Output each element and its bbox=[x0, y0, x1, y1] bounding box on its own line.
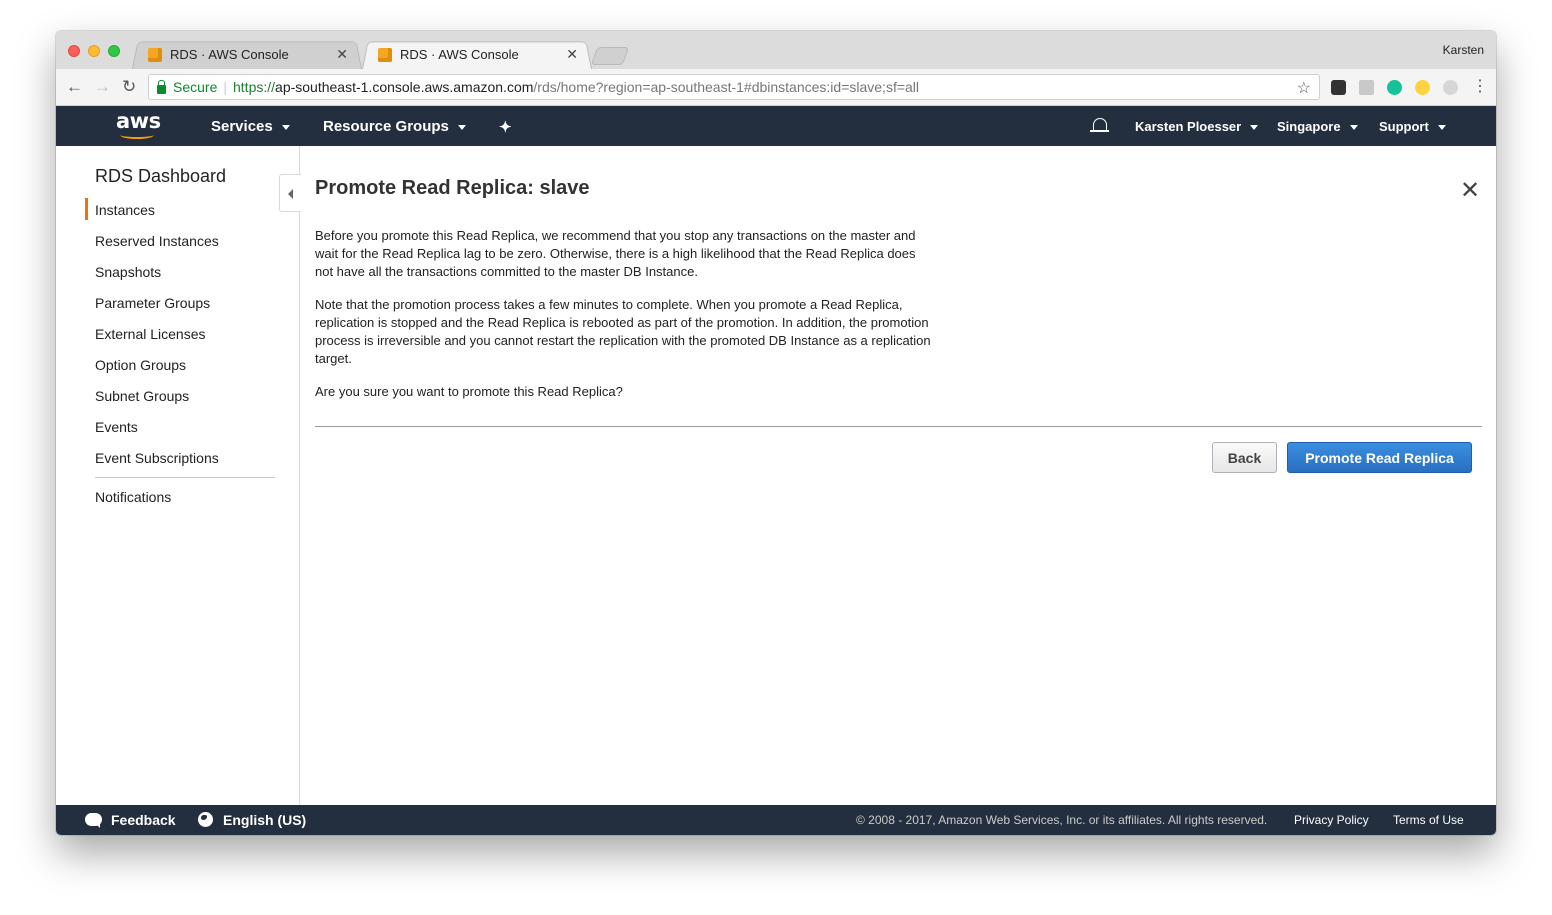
account-label: Karsten Ploesser bbox=[1135, 119, 1242, 134]
sidebar-title[interactable]: RDS Dashboard bbox=[95, 166, 226, 187]
bell-icon[interactable] bbox=[1090, 118, 1109, 132]
services-label: Services bbox=[211, 118, 273, 135]
close-icon[interactable]: ✕ bbox=[1460, 177, 1480, 205]
promote-read-replica-button[interactable]: Promote Read Replica bbox=[1287, 442, 1472, 473]
support-menu[interactable]: Support bbox=[1379, 119, 1446, 134]
chevron-down-icon bbox=[1437, 125, 1446, 131]
night-mode-extension-icon[interactable] bbox=[1415, 80, 1430, 95]
profile-name[interactable]: Karsten bbox=[1443, 43, 1484, 57]
url-host: ap-southeast-1.console.aws.amazon.com bbox=[275, 79, 534, 95]
aws-smile-icon bbox=[120, 131, 154, 139]
sidebar-item-parameter-groups[interactable]: Parameter Groups bbox=[95, 295, 210, 311]
browser-window: RDS · AWS Console ✕ RDS · AWS Console ✕ … bbox=[56, 31, 1496, 835]
sidebar-item-external-licenses[interactable]: External Licenses bbox=[95, 326, 206, 342]
copyright-text: © 2008 - 2017, Amazon Web Services, Inc.… bbox=[856, 813, 1268, 827]
sidebar-item-event-subscriptions[interactable]: Event Subscriptions bbox=[95, 450, 219, 466]
region-menu[interactable]: Singapore bbox=[1277, 119, 1358, 134]
region-label: Singapore bbox=[1277, 119, 1341, 134]
collapse-sidebar-button[interactable] bbox=[279, 174, 301, 212]
chevron-down-icon bbox=[1250, 125, 1259, 131]
url-scheme: https:// bbox=[233, 79, 276, 95]
sidebar: RDS Dashboard Instances Reserved Instanc… bbox=[56, 146, 301, 805]
recommendation-text: Before you promote this Read Replica, we… bbox=[315, 228, 916, 279]
chrome-menu-icon[interactable]: ⋮ bbox=[1472, 76, 1488, 96]
chevron-down-icon bbox=[281, 124, 290, 130]
feedback-bubble-icon bbox=[85, 813, 102, 828]
aws-logo[interactable]: aws bbox=[116, 109, 161, 142]
aws-logo-text: aws bbox=[116, 109, 161, 133]
chevron-left-icon bbox=[288, 189, 293, 199]
feedback-link[interactable]: Feedback bbox=[111, 812, 176, 828]
sidebar-item-subnet-groups[interactable]: Subnet Groups bbox=[95, 388, 189, 404]
resource-groups-menu[interactable]: Resource Groups bbox=[323, 118, 466, 135]
divider: | bbox=[223, 79, 227, 95]
back-arrow-icon[interactable]: ← bbox=[66, 77, 83, 97]
lock-icon bbox=[157, 79, 166, 94]
sidebar-item-events[interactable]: Events bbox=[95, 419, 138, 435]
dropbox-extension-icon[interactable] bbox=[1359, 80, 1374, 95]
address-bar[interactable]: Secure | https://ap-southeast-1.console.… bbox=[148, 74, 1320, 100]
aws-favicon-icon bbox=[378, 47, 392, 62]
tab-close-icon[interactable]: ✕ bbox=[566, 46, 578, 63]
sidebar-item-notifications[interactable]: Notifications bbox=[95, 489, 171, 505]
window-minimize-button[interactable] bbox=[88, 45, 100, 57]
account-menu[interactable]: Karsten Ploesser bbox=[1135, 119, 1259, 134]
sidebar-item-instances[interactable]: Instances bbox=[95, 202, 155, 218]
language-selector[interactable]: English (US) bbox=[223, 812, 306, 828]
evernote-extension-icon[interactable] bbox=[1331, 80, 1346, 95]
browser-tab-2[interactable]: RDS · AWS Console ✕ bbox=[362, 40, 592, 69]
chevron-down-icon bbox=[457, 124, 466, 130]
page-title: Promote Read Replica: slave bbox=[315, 177, 590, 199]
sidebar-item-reserved-instances[interactable]: Reserved Instances bbox=[95, 233, 219, 249]
privacy-policy-link[interactable]: Privacy Policy bbox=[1294, 813, 1369, 827]
bookmark-star-icon[interactable]: ☆ bbox=[1297, 78, 1311, 98]
aws-top-nav: aws Services Resource Groups ✦ Karsten P… bbox=[56, 106, 1496, 146]
window-zoom-button[interactable] bbox=[108, 45, 120, 57]
sidebar-divider bbox=[95, 477, 275, 478]
globe-icon bbox=[198, 812, 213, 827]
forward-arrow-icon[interactable]: → bbox=[94, 77, 111, 97]
tab-title: RDS · AWS Console bbox=[170, 47, 289, 62]
confirmation-question: Are you sure you want to promote this Re… bbox=[315, 384, 623, 399]
sidebar-item-option-groups[interactable]: Option Groups bbox=[95, 357, 186, 373]
browser-tab-1[interactable]: RDS · AWS Console ✕ bbox=[132, 40, 362, 69]
tab-close-icon[interactable]: ✕ bbox=[336, 46, 348, 63]
pin-icon[interactable]: ✦ bbox=[499, 118, 512, 136]
new-tab-button[interactable] bbox=[590, 47, 630, 65]
window-close-button[interactable] bbox=[68, 45, 80, 57]
footer: Feedback English (US) © 2008 - 2017, Ama… bbox=[56, 805, 1496, 835]
secure-label: Secure bbox=[173, 79, 218, 95]
url-path: /rds/home?region=ap-southeast-1#dbinstan… bbox=[533, 79, 920, 95]
reload-icon[interactable]: ↻ bbox=[122, 77, 136, 97]
terms-of-use-link[interactable]: Terms of Use bbox=[1393, 813, 1464, 827]
services-menu[interactable]: Services bbox=[211, 118, 290, 135]
chevron-down-icon bbox=[1349, 125, 1358, 131]
tab-strip: RDS · AWS Console ✕ RDS · AWS Console ✕ … bbox=[56, 31, 1496, 69]
aws-favicon-icon bbox=[148, 47, 162, 62]
resource-groups-label: Resource Groups bbox=[323, 118, 449, 135]
tab-title: RDS · AWS Console bbox=[400, 47, 519, 62]
grammarly-extension-icon[interactable] bbox=[1387, 80, 1402, 95]
extension-icon[interactable] bbox=[1443, 80, 1458, 95]
back-button[interactable]: Back bbox=[1212, 442, 1277, 473]
divider bbox=[315, 426, 1482, 427]
active-indicator bbox=[85, 198, 88, 220]
promotion-note-text: Note that the promotion process takes a … bbox=[315, 297, 931, 366]
sidebar-item-snapshots[interactable]: Snapshots bbox=[95, 264, 161, 280]
support-label: Support bbox=[1379, 119, 1429, 134]
browser-toolbar: ← → ↻ Secure | https://ap-southeast-1.co… bbox=[56, 69, 1496, 106]
